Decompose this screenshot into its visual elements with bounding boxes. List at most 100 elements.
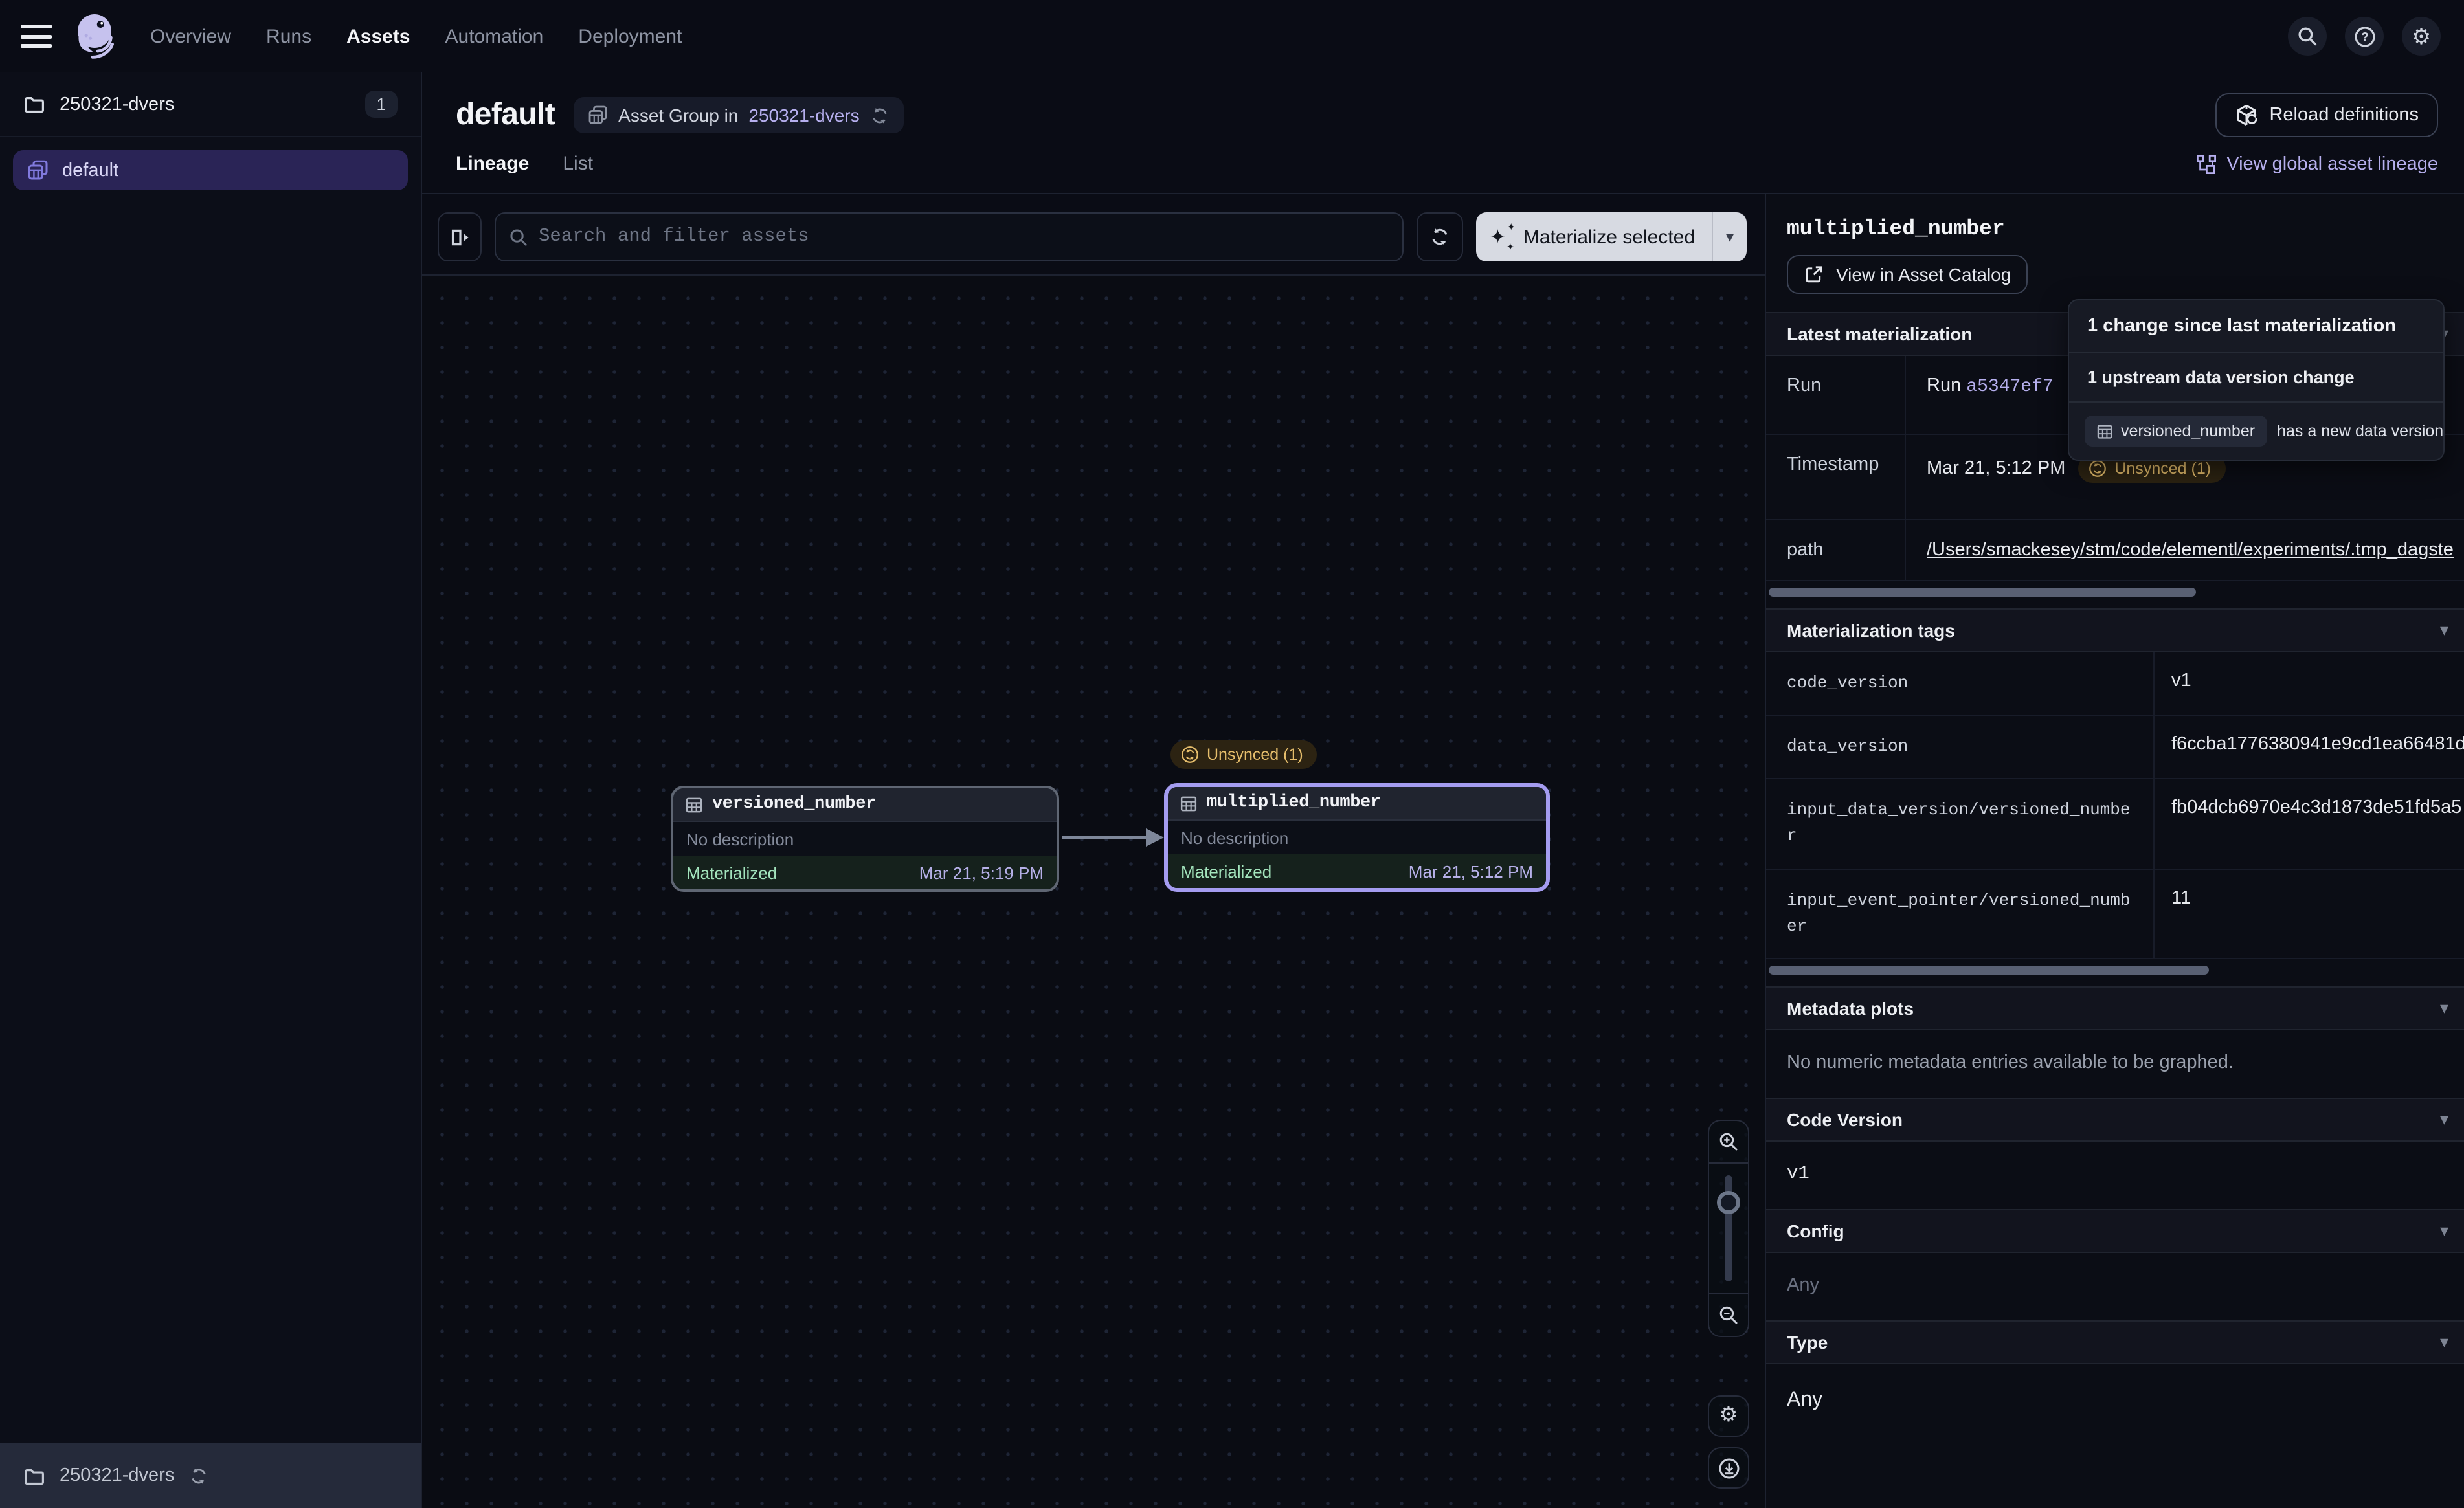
nav-deployment[interactable]: Deployment <box>578 25 682 47</box>
folder-icon <box>23 1465 45 1487</box>
search-icon <box>2297 26 2318 47</box>
section-metadata-plots[interactable]: Metadata plots ▾ <box>1766 986 2464 1030</box>
section-code-version[interactable]: Code Version ▾ <box>1766 1098 2464 1142</box>
run-id-link[interactable]: a5347ef7 <box>1966 377 2053 397</box>
asset-node-name: versioned_number <box>712 795 876 814</box>
table-icon <box>2096 423 2113 439</box>
refresh-icon[interactable] <box>870 105 890 125</box>
page-title: default <box>456 97 555 133</box>
section-heading: Code Version <box>1787 1109 1903 1130</box>
lineage-canvas[interactable]: Unsynced (1) versioned_number No descrip… <box>422 276 1765 1508</box>
tab-list[interactable]: List <box>563 153 593 175</box>
asset-node-timestamp: Mar 21, 5:12 PM <box>1409 861 1533 881</box>
reload-definitions-button[interactable]: Reload definitions <box>2215 93 2438 137</box>
asset-search-input[interactable] <box>539 227 1390 247</box>
asset-node-footer: Materialized Mar 21, 5:19 PM <box>673 856 1057 889</box>
sidebar-footer-label: 250321-dvers <box>60 1465 174 1486</box>
help-icon: ? <box>2353 25 2375 47</box>
nav-assets[interactable]: Assets <box>346 25 410 47</box>
graph-settings-button[interactable]: ⚙ <box>1708 1395 1749 1437</box>
refresh-icon <box>1430 227 1451 247</box>
unsynced-badge-label: Unsynced (1) <box>1207 746 1303 764</box>
expand-panel-button[interactable] <box>438 212 482 261</box>
tag-value: v1 <box>2155 652 2464 715</box>
table-icon <box>1180 794 1198 812</box>
path-link[interactable]: /Users/smackesey/stm/code/elementl/exper… <box>1927 540 2454 560</box>
asset-group-chip: Asset Group in 250321-dvers <box>573 97 903 133</box>
tag-value: fb04dcb6970e4c3d1873de51fd5a5 <box>2155 780 2464 869</box>
asset-node-header: versioned_number <box>673 788 1057 822</box>
folder-icon <box>23 93 45 115</box>
sidebar-group-250321-dvers[interactable]: 250321-dvers 1 <box>0 72 421 137</box>
asset-chip-label: versioned_number <box>2121 422 2255 440</box>
asset-node-multiplied-number[interactable]: multiplied_number No description Materia… <box>1164 783 1550 892</box>
section-heading: Metadata plots <box>1787 998 1914 1019</box>
zoom-slider[interactable] <box>1709 1162 1748 1294</box>
sidebar-group-count-badge: 1 <box>365 91 398 118</box>
sidebar-footer-code-location[interactable]: 250321-dvers <box>0 1443 421 1508</box>
asset-node-name: multiplied_number <box>1207 793 1381 813</box>
zoom-in-button[interactable] <box>1709 1121 1748 1162</box>
asset-node-timestamp: Mar 21, 5:19 PM <box>919 863 1044 882</box>
horizontal-scrollbar[interactable] <box>1769 588 2196 597</box>
tag-row: input_event_pointer/versioned_number 11 <box>1766 869 2464 959</box>
chevron-down-icon: ▾ <box>2440 1221 2448 1241</box>
popup-title: 1 change since last materialization <box>2069 300 2443 353</box>
chevron-down-icon: ▾ <box>2440 620 2448 641</box>
code-version-value: v1 <box>1766 1142 2464 1209</box>
chip-group-link[interactable]: 250321-dvers <box>748 105 859 126</box>
sync-status-icon <box>1181 746 1199 764</box>
asset-search-box <box>495 212 1404 261</box>
zoom-in-icon <box>1718 1131 1739 1152</box>
materialize-selected-split-button: ✦✦✦ Materialize selected ▾ <box>1477 212 1747 261</box>
section-heading: Latest materialization <box>1787 324 1972 344</box>
nav-runs[interactable]: Runs <box>266 25 311 47</box>
lineage-graph-icon <box>2195 153 2216 174</box>
chevron-down-icon: ▾ <box>2440 1332 2448 1353</box>
zoom-out-button[interactable] <box>1709 1294 1748 1336</box>
external-link-icon <box>1804 264 1824 285</box>
tag-value: 11 <box>2155 869 2464 958</box>
download-icon <box>1718 1457 1740 1479</box>
tab-lineage[interactable]: Lineage <box>456 153 529 175</box>
timestamp-value: Mar 21, 5:12 PM <box>1927 458 2065 479</box>
path-row: path /Users/smackesey/stm/code/elementl/… <box>1766 520 2464 581</box>
asset-node-versioned-number[interactable]: versioned_number No description Material… <box>671 786 1059 892</box>
view-in-asset-catalog-button[interactable]: View in Asset Catalog <box>1787 255 2028 294</box>
asset-node-footer: Materialized Mar 21, 5:12 PM <box>1168 854 1546 888</box>
view-global-asset-lineage-label: View global asset lineage <box>2226 153 2438 174</box>
section-config[interactable]: Config ▾ <box>1766 1209 2464 1253</box>
top-nav: Overview Runs Assets Automation Deployme… <box>0 0 2464 72</box>
tag-row: data_version f6ccba1776380941e9cd1ea6648… <box>1766 716 2464 779</box>
section-type[interactable]: Type ▾ <box>1766 1320 2464 1364</box>
search-button[interactable] <box>2288 17 2327 56</box>
zoom-slider-knob[interactable] <box>1717 1191 1740 1214</box>
tag-key: code_version <box>1766 652 2155 715</box>
materialize-selected-button[interactable]: ✦✦✦ Materialize selected <box>1477 212 1712 261</box>
sidebar-item-default[interactable]: default <box>13 150 408 190</box>
view-global-asset-lineage-link[interactable]: View global asset lineage <box>2195 153 2438 174</box>
path-row-label: path <box>1766 520 1906 580</box>
help-button[interactable]: ? <box>2345 17 2384 56</box>
materialize-dropdown-button[interactable]: ▾ <box>1713 212 1747 261</box>
nav-overview[interactable]: Overview <box>150 25 231 47</box>
refresh-icon[interactable] <box>188 1466 208 1485</box>
section-materialization-tags[interactable]: Materialization tags ▾ <box>1766 608 2464 652</box>
unsynced-badge[interactable]: Unsynced (1) <box>1170 740 1317 769</box>
dagster-app: Overview Runs Assets Automation Deployme… <box>0 0 2464 1508</box>
reload-cube-icon <box>2234 104 2257 127</box>
reload-definitions-label: Reload definitions <box>2269 105 2419 126</box>
sync-status-icon <box>2089 460 2107 478</box>
download-graph-button[interactable] <box>1708 1447 1749 1489</box>
refresh-graph-button[interactable] <box>1417 212 1464 261</box>
primary-nav: Overview Runs Assets Automation Deployme… <box>150 25 682 47</box>
section-heading: Config <box>1787 1221 1844 1241</box>
horizontal-scrollbar[interactable] <box>1769 966 2209 975</box>
graph-zoom-controls: ⚙ <box>1708 1120 1749 1489</box>
tag-row: code_version v1 <box>1766 652 2464 716</box>
asset-chip-versioned-number[interactable]: versioned_number <box>2085 416 2267 447</box>
settings-button[interactable]: ⚙ <box>2402 17 2441 56</box>
nav-automation[interactable]: Automation <box>445 25 544 47</box>
menu-icon[interactable] <box>21 25 52 48</box>
dagster-logo-icon[interactable] <box>70 10 119 62</box>
